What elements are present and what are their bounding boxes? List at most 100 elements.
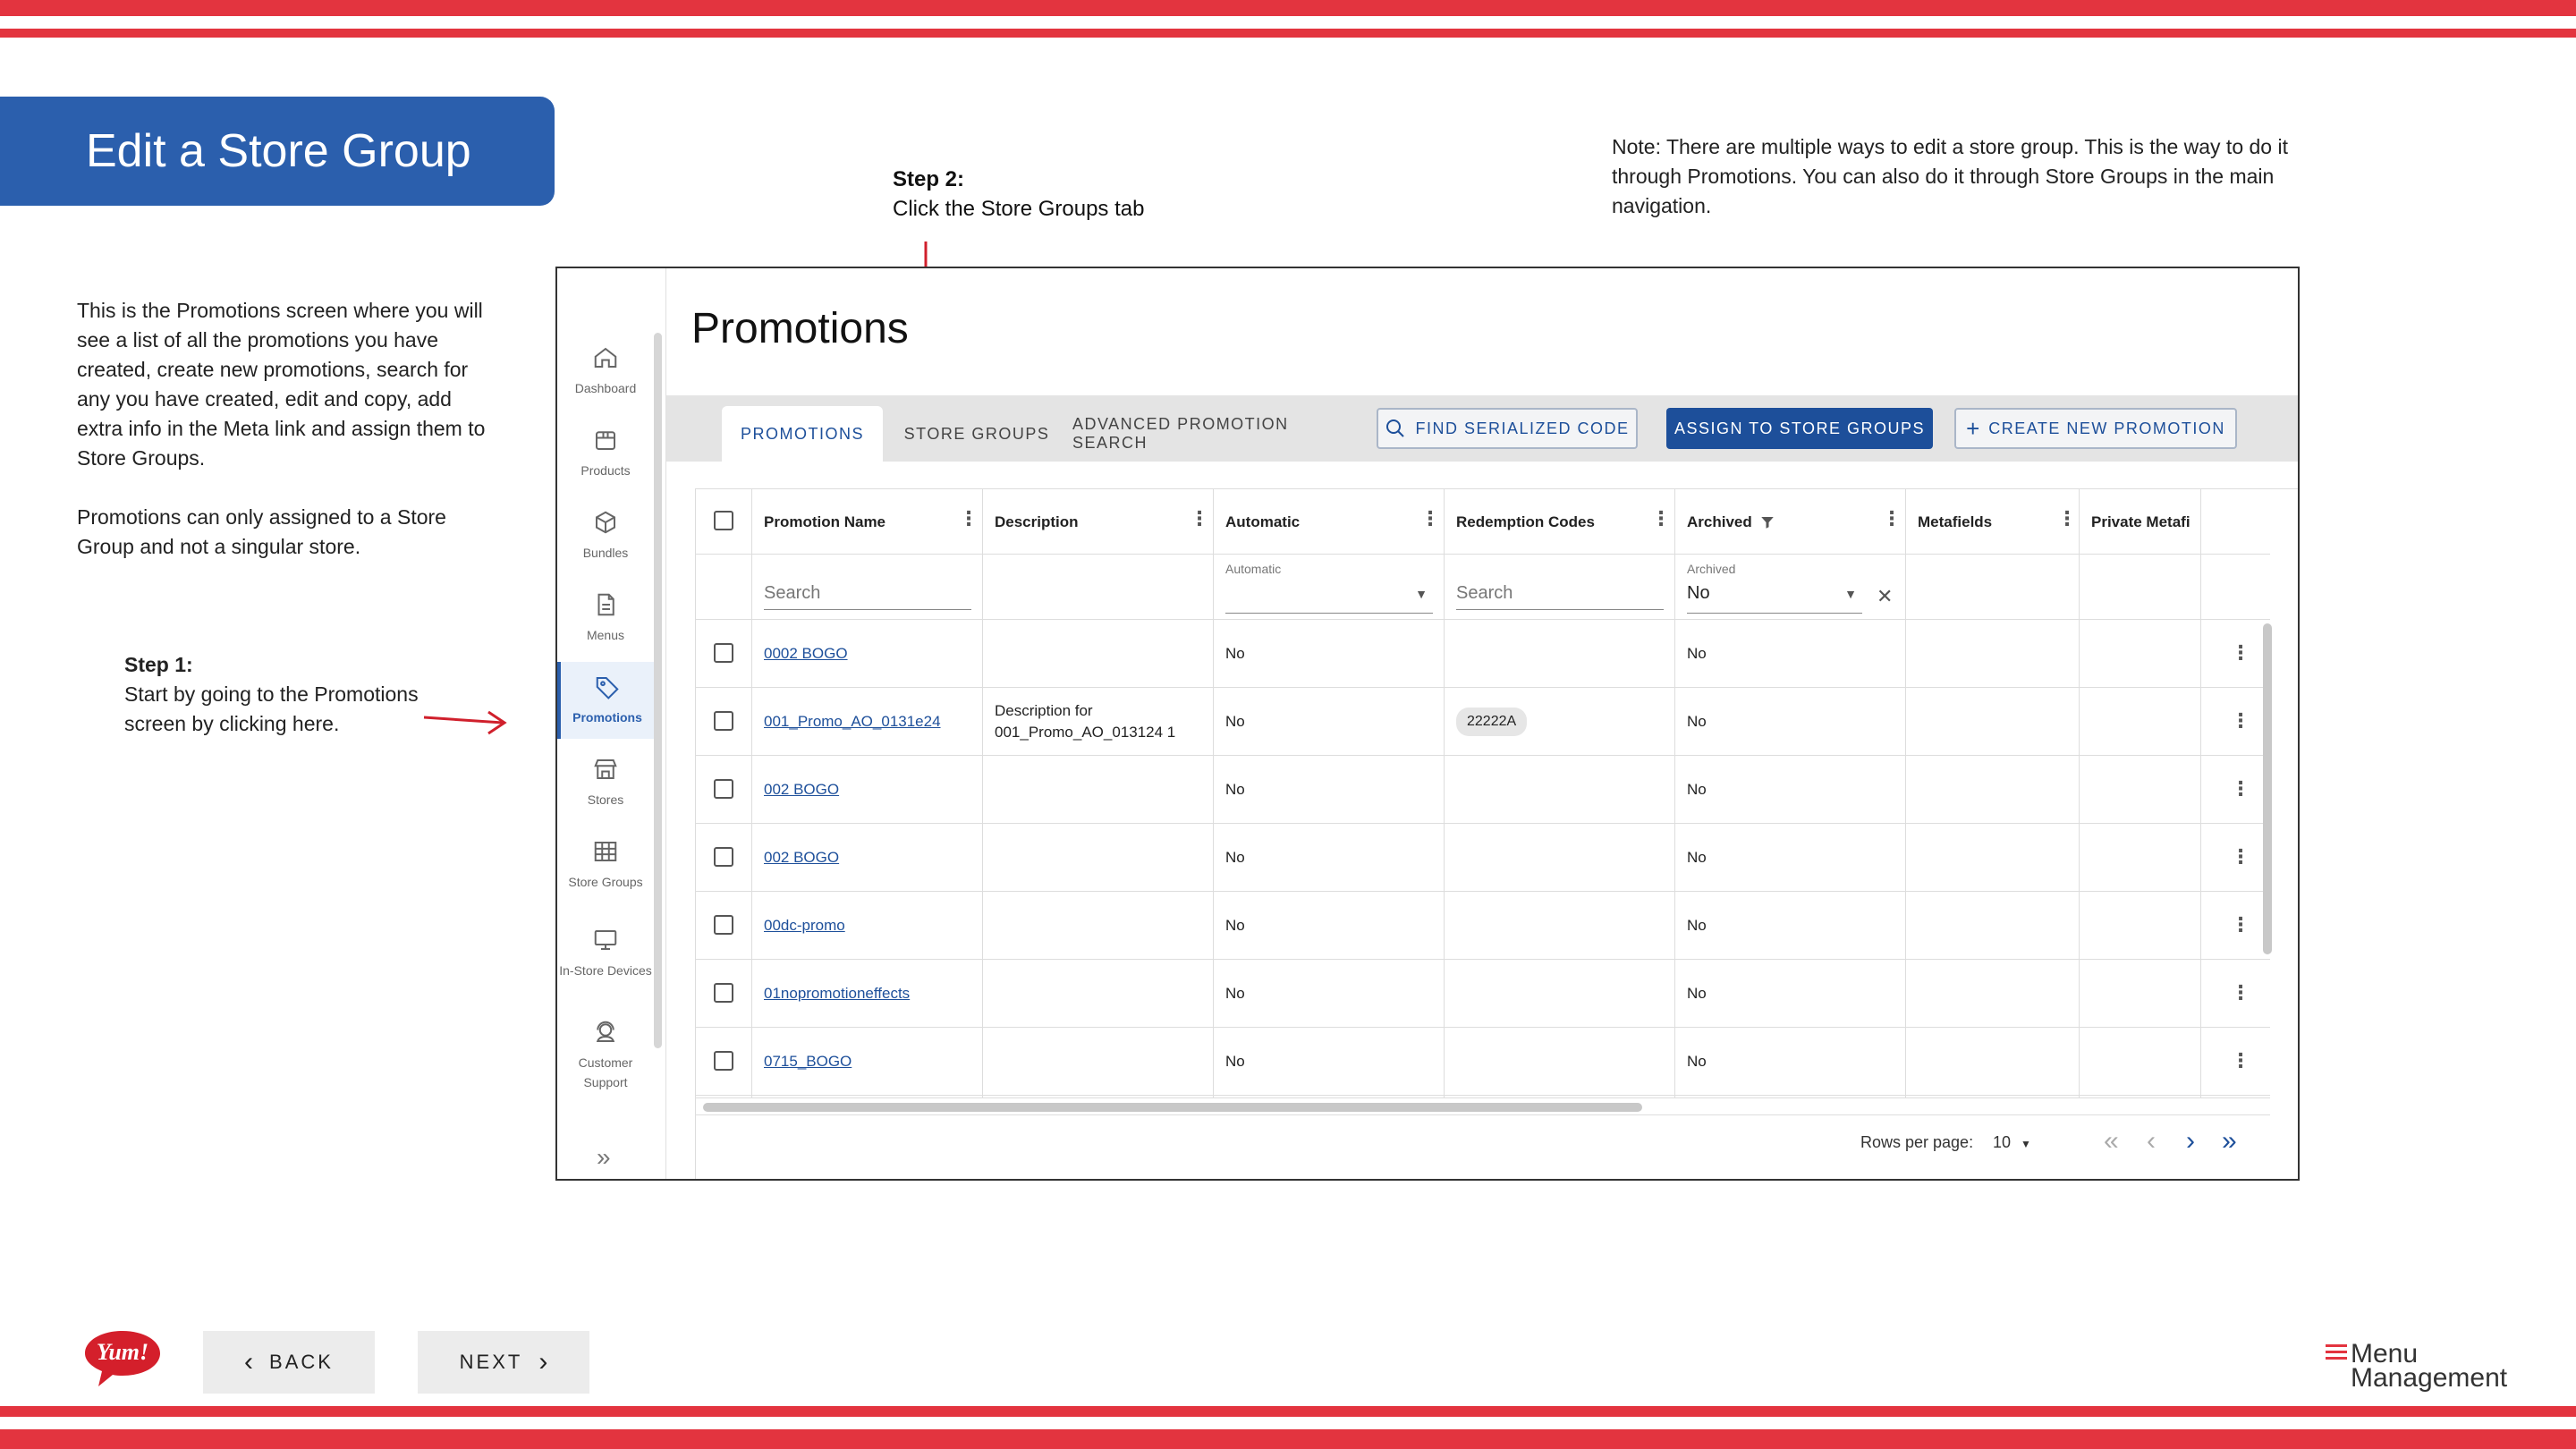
rows-per-page-select[interactable]: 10 ▼: [1993, 1133, 2031, 1152]
row-checkbox[interactable]: [714, 643, 733, 663]
row-actions-icon[interactable]: ⋮: [2231, 641, 2250, 665]
column-divider: [1213, 489, 1214, 1097]
find-serialized-code-button[interactable]: FIND SERIALIZED CODE: [1377, 408, 1638, 449]
row-checkbox[interactable]: [714, 711, 733, 731]
row-checkbox[interactable]: [714, 779, 733, 799]
promotion-name-link[interactable]: 0715_BOGO: [764, 1051, 852, 1072]
promotion-name-link[interactable]: 002 BOGO: [764, 779, 839, 801]
rows-per-page-value: 10: [1993, 1133, 2012, 1151]
column-header-metafields[interactable]: Metafields: [1905, 489, 2079, 555]
description-cell: [982, 756, 1206, 824]
column-menu-icon[interactable]: ⋮: [959, 507, 979, 530]
column-menu-icon[interactable]: ⋮: [1190, 507, 1209, 530]
column-header-promotion-name[interactable]: Promotion Name: [751, 489, 982, 555]
page-title: Promotions: [691, 305, 909, 352]
column-menu-icon[interactable]: ⋮: [1651, 507, 1671, 530]
promotion-name-link[interactable]: 001_Promo_AO_0131e24: [764, 711, 941, 733]
row-checkbox[interactable]: [714, 983, 733, 1003]
next-page-icon[interactable]: ›: [2186, 1126, 2195, 1157]
table-horizontal-scrollbar[interactable]: [703, 1103, 1642, 1112]
column-header-private-metafields[interactable]: Private Metafi: [2079, 489, 2195, 555]
column-header-automatic[interactable]: Automatic: [1213, 489, 1444, 555]
table-row[interactable]: 0715_BOGO No No ⋮: [696, 1028, 2270, 1096]
row-actions-icon[interactable]: ⋮: [2231, 709, 2250, 733]
sidebar-item-products[interactable]: Products: [557, 415, 654, 492]
description-cell: [982, 620, 1206, 688]
last-page-icon[interactable]: »: [2222, 1126, 2237, 1157]
top-stripe-2: [0, 29, 2576, 38]
row-actions-icon[interactable]: ⋮: [2231, 777, 2250, 801]
row-checkbox[interactable]: [714, 1051, 733, 1071]
clear-filter-icon[interactable]: ✕: [1877, 585, 1893, 608]
assign-to-store-groups-button[interactable]: ASSIGN TO STORE GROUPS: [1666, 408, 1933, 449]
archived-filter-select[interactable]: No ▼: [1687, 583, 1862, 614]
tab-store-groups[interactable]: STORE GROUPS: [892, 406, 1062, 462]
redemption-codes-search-input[interactable]: Search: [1456, 583, 1664, 610]
promotion-name-link[interactable]: 01nopromotioneffects: [764, 983, 910, 1004]
column-divider: [1905, 489, 1906, 1097]
table-row[interactable]: 00dc-promo No No ⋮: [696, 892, 2270, 960]
table-filter-row: Search Automatic ▼ Search Archived No ▼ …: [696, 555, 2270, 620]
redemption-codes-cell: [1444, 1028, 1674, 1096]
previous-page-icon[interactable]: ‹: [2147, 1126, 2156, 1157]
column-menu-icon[interactable]: ⋮: [1882, 507, 1902, 530]
automatic-filter-select[interactable]: ▼: [1225, 583, 1433, 614]
column-menu-icon[interactable]: ⋮: [2057, 507, 2077, 530]
column-menu-icon[interactable]: ⋮: [1420, 507, 1440, 530]
create-new-promotion-button[interactable]: + CREATE NEW PROMOTION: [1954, 408, 2237, 449]
redemption-code-chip: 22222A: [1456, 708, 1528, 736]
promotion-name-link[interactable]: 002 BOGO: [764, 847, 839, 869]
mm-logo-line2: Management: [2351, 1363, 2508, 1393]
cube-icon: [596, 511, 615, 534]
automatic-cell: No: [1225, 1053, 1245, 1070]
column-header-archived[interactable]: Archived: [1674, 489, 1905, 555]
first-page-icon[interactable]: «: [2104, 1126, 2119, 1157]
column-divider: [751, 489, 752, 1097]
tab-bar: PROMOTIONS STORE GROUPS ADVANCED PROMOTI…: [666, 395, 2298, 462]
search-icon: [1386, 419, 1405, 437]
sidebar-item-stores[interactable]: Stores: [557, 744, 654, 821]
table-row[interactable]: 01nopromotioneffects No No ⋮: [696, 960, 2270, 1028]
row-checkbox[interactable]: [714, 847, 733, 867]
archived-cell: No: [1687, 917, 1707, 934]
sidebar-item-bundles[interactable]: Bundles: [557, 497, 654, 574]
plus-icon: +: [1966, 414, 1980, 442]
promotion-name-link[interactable]: 00dc-promo: [764, 915, 845, 936]
sidebar-item-in-store-devices[interactable]: In-Store Devices: [557, 909, 654, 998]
archived-filter-value: No: [1687, 583, 1710, 603]
chevron-down-icon: ▼: [1415, 587, 1428, 601]
sidebar-item-dashboard[interactable]: Dashboard: [557, 333, 654, 410]
table-row[interactable]: 002 BOGO No No ⋮: [696, 756, 2270, 824]
sidebar-item-label: Menus: [586, 628, 625, 642]
select-all-checkbox[interactable]: [714, 511, 733, 530]
tab-advanced-promotion-search[interactable]: ADVANCED PROMOTION SEARCH: [1072, 406, 1368, 462]
row-actions-icon[interactable]: ⋮: [2231, 981, 2250, 1004]
promotion-name-search-input[interactable]: Search: [764, 583, 971, 610]
column-header-description[interactable]: Description: [982, 489, 1213, 555]
sidebar-item-store-groups[interactable]: Store Groups: [557, 826, 654, 903]
redemption-codes-cell: [1444, 756, 1674, 824]
row-actions-icon[interactable]: ⋮: [2231, 1049, 2250, 1072]
table-vertical-scrollbar[interactable]: [2263, 623, 2272, 954]
filter-icon[interactable]: [1759, 514, 1775, 530]
rows-per-page-label: Rows per page:: [1860, 1133, 1974, 1151]
row-checkbox[interactable]: [714, 915, 733, 935]
sidebar-item-customer-support[interactable]: Customer Support: [557, 1011, 654, 1100]
table-row[interactable]: 001_Promo_AO_0131e24 Description for 001_…: [696, 688, 2270, 756]
automatic-cell: No: [1225, 917, 1245, 934]
table-row[interactable]: 0002 BOGO No No ⋮: [696, 620, 2270, 688]
tab-promotions[interactable]: PROMOTIONS: [722, 406, 883, 462]
row-actions-icon[interactable]: ⋮: [2231, 913, 2250, 936]
promotion-name-link[interactable]: 0002 BOGO: [764, 643, 848, 665]
table-row[interactable]: 002 BOGO No No ⋮: [696, 824, 2270, 892]
promotions-table: Promotion Name ⋮ Description ⋮ Automatic…: [695, 488, 2298, 1179]
next-button[interactable]: NEXT ›: [418, 1331, 589, 1394]
row-actions-icon[interactable]: ⋮: [2231, 845, 2250, 869]
collapse-sidebar-icon[interactable]: »: [597, 1143, 611, 1172]
sidebar-scrollbar[interactable]: [654, 333, 662, 1048]
sidebar-item-promotions[interactable]: Promotions: [557, 662, 654, 739]
back-button[interactable]: ‹ BACK: [203, 1331, 375, 1394]
column-header-redemption-codes[interactable]: Redemption Codes: [1444, 489, 1674, 555]
sidebar-item-menus[interactable]: Menus: [557, 580, 654, 657]
step2-text: Click the Store Groups tab: [893, 197, 1145, 221]
